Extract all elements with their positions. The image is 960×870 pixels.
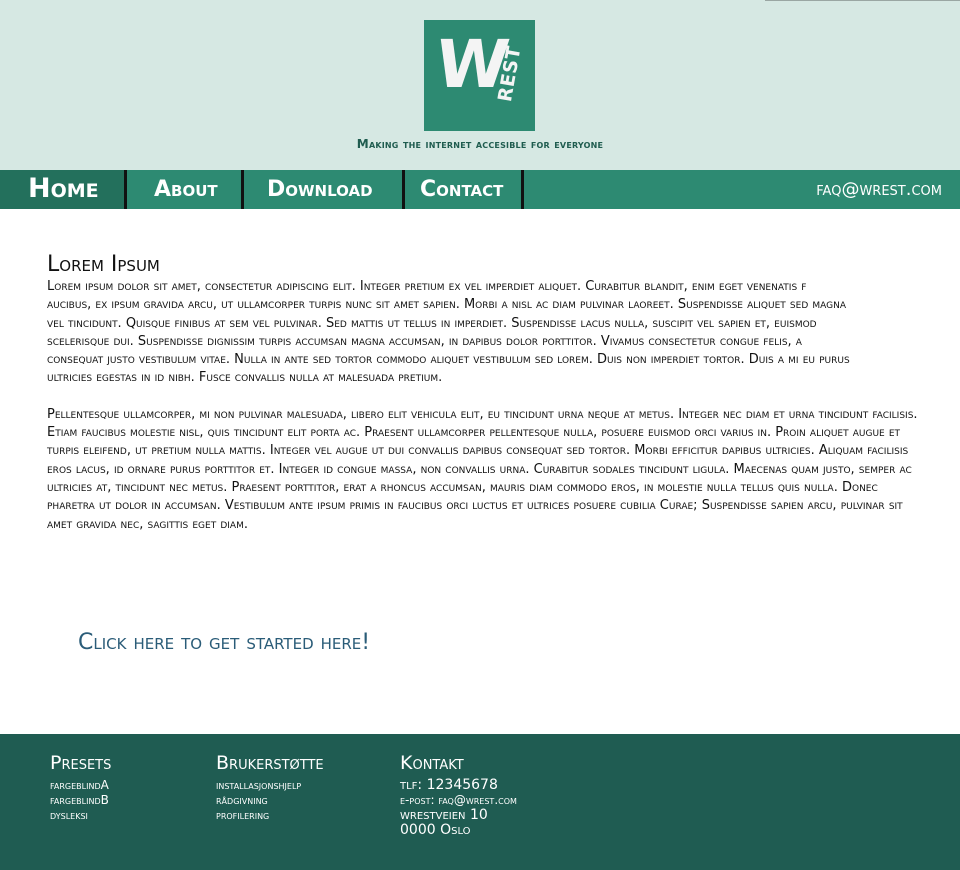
footer-contact: Kontakt tlf: 12345678 e-post: faq@wrest.… — [400, 752, 517, 838]
nav-contact-label: Contact — [420, 177, 504, 202]
wrest-logo[interactable]: W REST — [424, 20, 535, 131]
preset-dysleksi-link[interactable]: dysleksi — [50, 808, 111, 823]
footer-support-title: Brukerstøtte — [216, 752, 324, 774]
nav-contact[interactable]: Contact — [406, 170, 521, 209]
contact-city: 0000 Oslo — [400, 822, 471, 838]
contact-email[interactable]: e-post: faq@wrest.com — [400, 793, 517, 808]
preset-fargeblindb-link[interactable]: fargeblindB — [50, 793, 111, 808]
header-divider — [765, 0, 960, 1]
nav-about[interactable]: About — [127, 170, 241, 209]
nav-divider — [241, 170, 244, 209]
get-started-link[interactable]: Click here to get started here! — [78, 630, 370, 655]
contact-street: wrestveien 10 — [400, 807, 488, 823]
header: W REST Making the internet accesible for… — [0, 0, 960, 170]
footer-contact-title: Kontakt — [400, 752, 464, 774]
page-title: Lorem Ipsum — [47, 252, 160, 277]
main-nav: Home About Download Contact faq@wrest.co… — [0, 170, 960, 209]
main-content: Lorem Ipsum Lorem ipsum dolor sit amet, … — [47, 252, 927, 534]
support-advice-link[interactable]: rådgivning — [216, 793, 324, 808]
nav-download[interactable]: Download — [245, 170, 402, 209]
nav-divider — [402, 170, 405, 209]
contact-phone: tlf: 12345678 — [400, 777, 498, 793]
nav-home-label: Home — [28, 173, 99, 204]
preset-fargeblinda-link[interactable]: fargeblindA — [50, 778, 111, 793]
footer-support: Brukerstøtte installasjonshjelp rådgivni… — [216, 752, 324, 823]
tagline: Making the internet accesible for everyo… — [356, 137, 604, 151]
footer: Presets fargeblindA fargeblindB dysleksi… — [0, 734, 960, 870]
second-paragraph: Pellentesque ullamcorper, mi non pulvina… — [47, 406, 918, 532]
footer-presets: Presets fargeblindA fargeblindB dysleksi — [50, 752, 111, 823]
support-profiling-link[interactable]: profilering — [216, 808, 324, 823]
nav-home[interactable]: Home — [0, 170, 124, 209]
nav-email-link[interactable]: faq@wrest.com — [816, 179, 942, 200]
nav-download-label: Download — [267, 177, 373, 202]
nav-about-label: About — [154, 177, 218, 202]
intro-paragraph: Lorem ipsum dolor sit amet, consectetur … — [47, 279, 850, 386]
footer-presets-title: Presets — [50, 752, 112, 774]
nav-divider — [521, 170, 524, 209]
support-install-link[interactable]: installasjonshjelp — [216, 778, 324, 793]
